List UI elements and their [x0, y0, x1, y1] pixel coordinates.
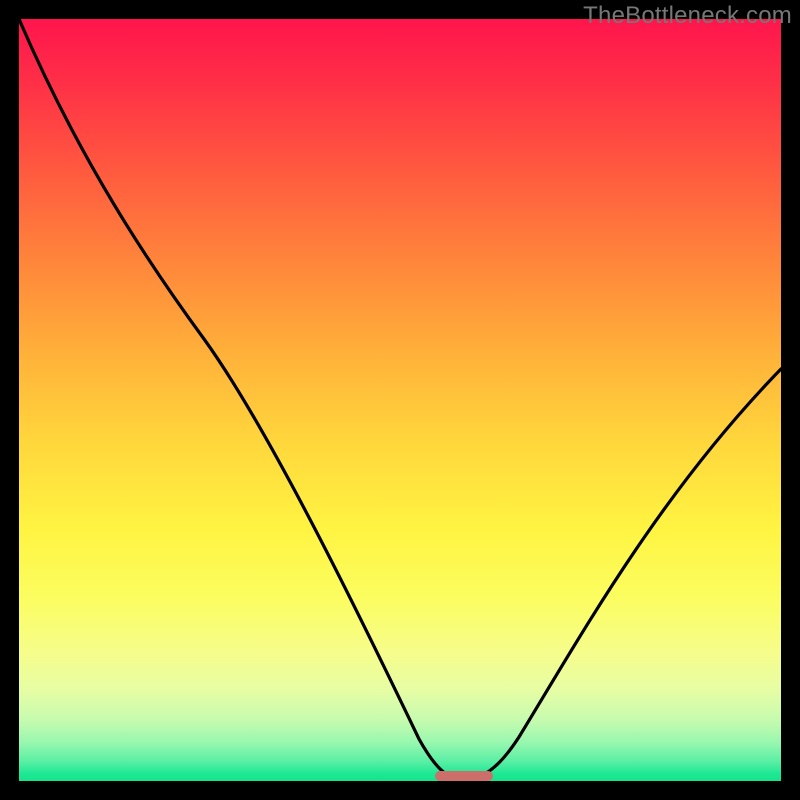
- optimum-marker: [435, 771, 493, 781]
- bottleneck-curve: [19, 19, 781, 781]
- curve-path: [19, 19, 781, 779]
- chart-frame: [19, 19, 781, 781]
- watermark-text: TheBottleneck.com: [583, 2, 792, 30]
